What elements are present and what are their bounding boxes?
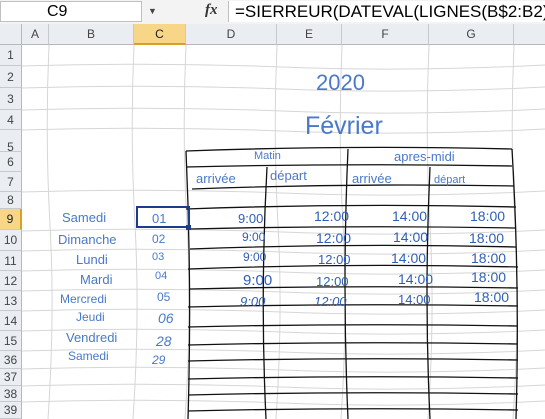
insert-function-icon[interactable]: fx xyxy=(205,2,218,19)
row-header-36[interactable]: 36 xyxy=(0,351,22,369)
apres-midi-label: apres-midi xyxy=(394,149,455,164)
row-header-7[interactable]: 7 xyxy=(0,172,22,192)
time-cell[interactable]: 9:00 xyxy=(238,211,263,226)
depart-morning-label: départ xyxy=(270,168,307,183)
time-cell[interactable]: 14:00 xyxy=(398,271,433,287)
arrivee-morning-label: arrivée xyxy=(196,171,236,186)
column-header-d[interactable]: D xyxy=(186,24,277,45)
column-header-e[interactable]: E xyxy=(277,24,342,45)
arrivee-afternoon-label: arrivée xyxy=(352,171,392,186)
row-header-14[interactable]: 14 xyxy=(0,311,22,331)
column-header-a[interactable]: A xyxy=(22,24,49,45)
date-cell[interactable]: 05 xyxy=(157,290,170,304)
day-label: Vendredi xyxy=(66,330,118,345)
time-cell[interactable]: 12:00 xyxy=(314,294,347,309)
date-cell[interactable]: 29 xyxy=(152,353,165,367)
time-cell[interactable]: 9:00 xyxy=(243,272,272,289)
formula-input[interactable]: =SIERREUR(DATEVAL(LIGNES(B$2:B2)& xyxy=(228,1,545,22)
time-cell[interactable]: 9:00 xyxy=(240,294,265,309)
column-header-extra xyxy=(514,24,545,45)
column-header-c[interactable]: C xyxy=(134,24,186,45)
matin-label: Matin xyxy=(254,150,281,162)
time-cell[interactable]: 12:00 xyxy=(318,252,351,267)
time-cell[interactable]: 9:00 xyxy=(243,250,266,264)
day-label: Mardi xyxy=(80,272,113,287)
row-header-6[interactable]: 6 xyxy=(0,152,22,172)
row-header-11[interactable]: 11 xyxy=(0,251,22,271)
day-label: Mercredi xyxy=(60,292,107,306)
select-all-corner[interactable] xyxy=(0,24,22,45)
row-header-1[interactable]: 1 xyxy=(0,45,22,66)
row-header-9[interactable]: 9 xyxy=(0,209,22,230)
day-label: Jeudi xyxy=(76,310,105,324)
column-header-b[interactable]: B xyxy=(49,24,134,45)
row-header-38[interactable]: 38 xyxy=(0,386,22,402)
time-cell[interactable]: 14:00 xyxy=(392,208,427,224)
row-header-37[interactable]: 37 xyxy=(0,369,22,386)
time-cell[interactable]: 18:00 xyxy=(470,208,505,224)
time-cell[interactable]: 14:00 xyxy=(398,292,431,307)
month-title: Février xyxy=(305,112,383,140)
year-title: 2020 xyxy=(316,70,365,95)
row-header-13[interactable]: 13 xyxy=(0,291,22,311)
active-cell-selection[interactable] xyxy=(136,206,190,228)
day-label: Samedi xyxy=(62,210,107,225)
time-cell[interactable]: 14:00 xyxy=(393,229,428,245)
date-cell[interactable]: 02 xyxy=(152,232,165,246)
time-cell[interactable]: 18:00 xyxy=(471,250,506,266)
date-cell[interactable]: 03 xyxy=(152,251,164,263)
row-header-2[interactable]: 2 xyxy=(0,66,22,88)
row-header-10[interactable]: 10 xyxy=(0,230,22,251)
time-cell[interactable]: 12:00 xyxy=(316,274,349,289)
row-header-4[interactable]: 4 xyxy=(0,110,22,130)
day-label: Dimanche xyxy=(58,232,117,247)
row-header-5[interactable]: 5 xyxy=(0,130,22,154)
name-box-dropdown-icon[interactable]: ▼ xyxy=(148,6,157,16)
time-cell[interactable]: 12:00 xyxy=(314,208,349,224)
column-header-f[interactable]: F xyxy=(342,24,429,45)
day-label: Lundi xyxy=(76,252,108,267)
time-cell[interactable]: 9:00 xyxy=(242,230,265,244)
row-header-3[interactable]: 3 xyxy=(0,88,22,110)
date-cell[interactable]: 06 xyxy=(158,310,174,326)
row-header-8[interactable]: 8 xyxy=(0,192,22,209)
day-label: Samedi xyxy=(68,349,109,363)
date-cell[interactable]: 28 xyxy=(156,333,172,349)
time-cell[interactable]: 18:00 xyxy=(471,269,506,285)
row-header-12[interactable]: 12 xyxy=(0,271,22,291)
row-header-15[interactable]: 15 xyxy=(0,331,22,351)
time-cell[interactable]: 14:00 xyxy=(391,250,426,266)
column-header-g[interactable]: G xyxy=(429,24,514,45)
row-header-39[interactable]: 39 xyxy=(0,402,22,419)
name-box[interactable]: C9 xyxy=(0,1,142,22)
time-cell[interactable]: 12:00 xyxy=(316,230,351,246)
formula-bar: C9 ▼ fx =SIERREUR(DATEVAL(LIGNES(B$2:B2)… xyxy=(0,0,545,25)
time-cell[interactable]: 18:00 xyxy=(474,289,509,305)
date-cell[interactable]: 04 xyxy=(155,270,167,282)
time-cell[interactable]: 18:00 xyxy=(469,230,504,246)
fill-handle[interactable] xyxy=(186,225,191,230)
depart-afternoon-label: départ xyxy=(434,174,466,186)
